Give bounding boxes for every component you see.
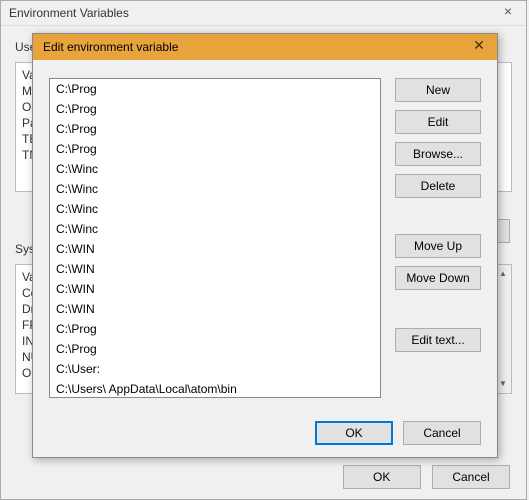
cancel-button[interactable]: Cancel (432, 465, 510, 489)
path-listbox[interactable]: C:\ProgC:\ProgC:\ProgC:\ProgC:\WincC:\Wi… (49, 78, 381, 398)
ok-button[interactable]: OK (343, 465, 421, 489)
path-list-item[interactable]: C:\Prog (50, 339, 380, 359)
path-list-item[interactable]: C:\WIN (50, 279, 380, 299)
move-up-button[interactable]: Move Up (395, 234, 481, 258)
path-list-item[interactable]: C:\Prog (50, 119, 380, 139)
path-list-item[interactable]: C:\WIN (50, 259, 380, 279)
ok-button[interactable]: OK (315, 421, 393, 445)
edit-env-var-titlebar: Edit environment variable ✕ (33, 34, 497, 60)
button-column: New Edit Browse... Delete Move Up Move D… (395, 78, 481, 398)
env-vars-footer: OK Cancel (335, 465, 510, 489)
edit-env-var-footer: OK Cancel (315, 421, 481, 445)
close-icon[interactable]: ✕ (465, 36, 493, 56)
path-list-item[interactable]: C:\Winc (50, 179, 380, 199)
path-list-item[interactable]: C:\Prog (50, 79, 380, 99)
path-list-item[interactable]: C:\Winc (50, 159, 380, 179)
path-list-item[interactable]: C:\Winc (50, 199, 380, 219)
path-list-item[interactable]: C:\Winc (50, 219, 380, 239)
path-list-item[interactable]: C:\Prog (50, 319, 380, 339)
edit-env-var-dialog: Edit environment variable ✕ C:\ProgC:\Pr… (32, 33, 498, 458)
browse-button[interactable]: Browse... (395, 142, 481, 166)
env-vars-titlebar: Environment Variables × (1, 1, 526, 26)
edit-env-var-title-text: Edit environment variable (43, 40, 178, 54)
close-icon[interactable]: × (496, 3, 520, 19)
cancel-button[interactable]: Cancel (403, 421, 481, 445)
path-list-item[interactable]: C:\Users\ AppData\Local\atom\bin (50, 379, 380, 398)
edit-env-var-body: C:\ProgC:\ProgC:\ProgC:\ProgC:\WincC:\Wi… (33, 60, 497, 408)
path-list-item[interactable]: C:\Prog (50, 139, 380, 159)
edit-text-button[interactable]: Edit text... (395, 328, 481, 352)
new-button[interactable]: New (395, 78, 481, 102)
path-list-item[interactable]: C:\WIN (50, 239, 380, 259)
path-list-item[interactable]: C:\User: (50, 359, 380, 379)
move-down-button[interactable]: Move Down (395, 266, 481, 290)
delete-button[interactable]: Delete (395, 174, 481, 198)
env-vars-title-text: Environment Variables (9, 6, 129, 20)
path-list-item[interactable]: C:\WIN (50, 299, 380, 319)
path-list-item[interactable]: C:\Prog (50, 99, 380, 119)
edit-button[interactable]: Edit (395, 110, 481, 134)
